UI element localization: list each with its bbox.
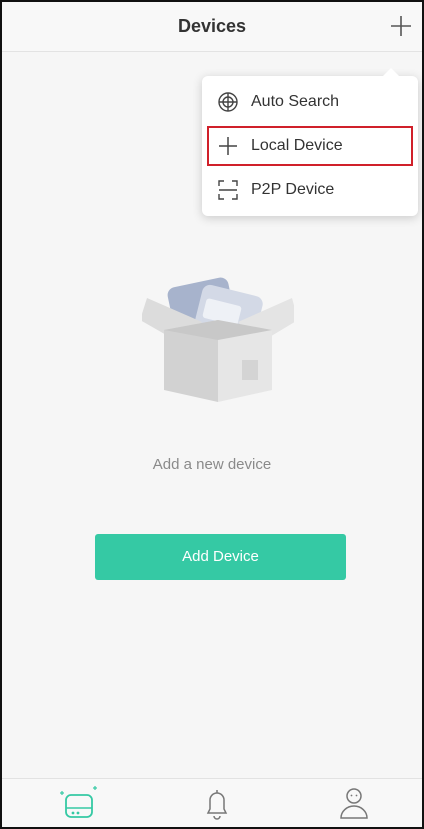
open-box-illustration: [142, 277, 294, 402]
bottom-tab-bar: [2, 778, 422, 827]
add-device-button[interactable]: Add Device: [95, 534, 346, 580]
menu-item-p2p-device[interactable]: P2P Device: [207, 170, 413, 210]
menu-item-label: P2P Device: [251, 181, 335, 198]
app-header: Devices: [2, 2, 422, 52]
plus-icon: [219, 137, 237, 155]
page-title: Devices: [177, 16, 247, 36]
empty-state-message: Add a new device: [152, 456, 272, 473]
menu-item-local-device[interactable]: Local Device: [207, 126, 413, 166]
menu-item-auto-search[interactable]: Auto Search: [207, 82, 413, 122]
menu-item-label: Auto Search: [251, 93, 340, 110]
bell-icon[interactable]: [197, 783, 237, 823]
devices-tab-icon[interactable]: [59, 783, 99, 823]
menu-pointer: [382, 68, 400, 77]
target-icon: [218, 92, 238, 112]
scan-frame-icon: [218, 180, 238, 200]
add-device-menu: Auto Search Local Device P2P Device: [202, 68, 418, 216]
person-icon[interactable]: [334, 783, 374, 823]
app-screen: Devices Auto Search Local Device P2P Dev…: [0, 0, 424, 829]
menu-item-label: Local Device: [251, 137, 343, 154]
add-device-plus-icon[interactable]: [388, 13, 414, 39]
